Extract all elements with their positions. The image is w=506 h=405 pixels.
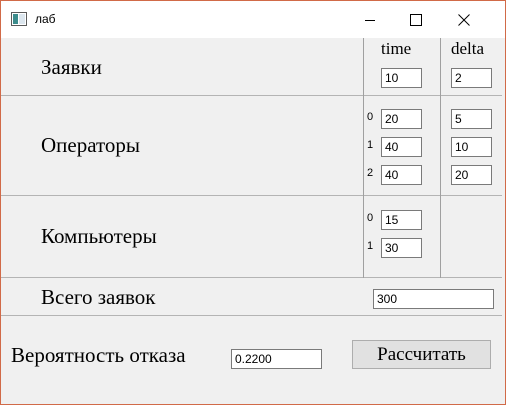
column-divider-delta: [440, 38, 441, 278]
window-title: лаб: [35, 12, 56, 26]
close-icon: [458, 13, 470, 26]
computer-time-input[interactable]: 15: [381, 210, 422, 230]
computer-time-input[interactable]: 30: [381, 238, 422, 258]
operator-delta-input[interactable]: 5: [451, 109, 492, 129]
operator-time-input[interactable]: 40: [381, 137, 422, 157]
operator-delta-input[interactable]: 10: [451, 137, 492, 157]
divider-requests: [1, 95, 502, 96]
operators-label: Операторы: [41, 133, 141, 157]
app-window-icon: [11, 12, 27, 26]
computer-index: 0: [367, 212, 374, 224]
failure-probability-label: Вероятность отказа: [11, 343, 186, 367]
operator-time-input[interactable]: 40: [381, 165, 422, 185]
operator-index: 0: [367, 111, 374, 123]
requests-time-input[interactable]: 10: [381, 68, 422, 88]
operator-index: 2: [367, 167, 374, 179]
total-requests-input[interactable]: 300: [373, 289, 494, 309]
requests-label: Заявки: [41, 55, 102, 79]
column-divider-time: [363, 38, 364, 278]
calculate-button[interactable]: Рассчитать: [352, 340, 491, 369]
app-window: лаб time delta Заявки 10 2 Операторы 0 2…: [0, 0, 506, 405]
computers-label: Компьютеры: [41, 224, 157, 248]
operator-delta-input[interactable]: 20: [451, 165, 492, 185]
close-button[interactable]: [441, 1, 487, 38]
operator-index: 1: [367, 139, 374, 151]
form-body: time delta Заявки 10 2 Операторы 0 20 5 …: [1, 38, 505, 404]
total-requests-label: Всего заявок: [41, 285, 156, 309]
failure-probability-output: 0.2200: [231, 349, 322, 369]
header-delta: delta: [451, 39, 485, 58]
maximize-icon: [410, 13, 422, 26]
divider-computers: [1, 277, 502, 278]
divider-total: [1, 315, 502, 316]
requests-delta-input[interactable]: 2: [451, 68, 492, 88]
divider-operators: [1, 195, 502, 196]
operator-time-input[interactable]: 20: [381, 109, 422, 129]
header-time: time: [381, 39, 412, 58]
computer-index: 1: [367, 240, 374, 252]
title-bar[interactable]: лаб: [1, 1, 505, 38]
maximize-button[interactable]: [393, 1, 439, 38]
minimize-icon: [365, 19, 375, 21]
minimize-button[interactable]: [347, 1, 393, 38]
